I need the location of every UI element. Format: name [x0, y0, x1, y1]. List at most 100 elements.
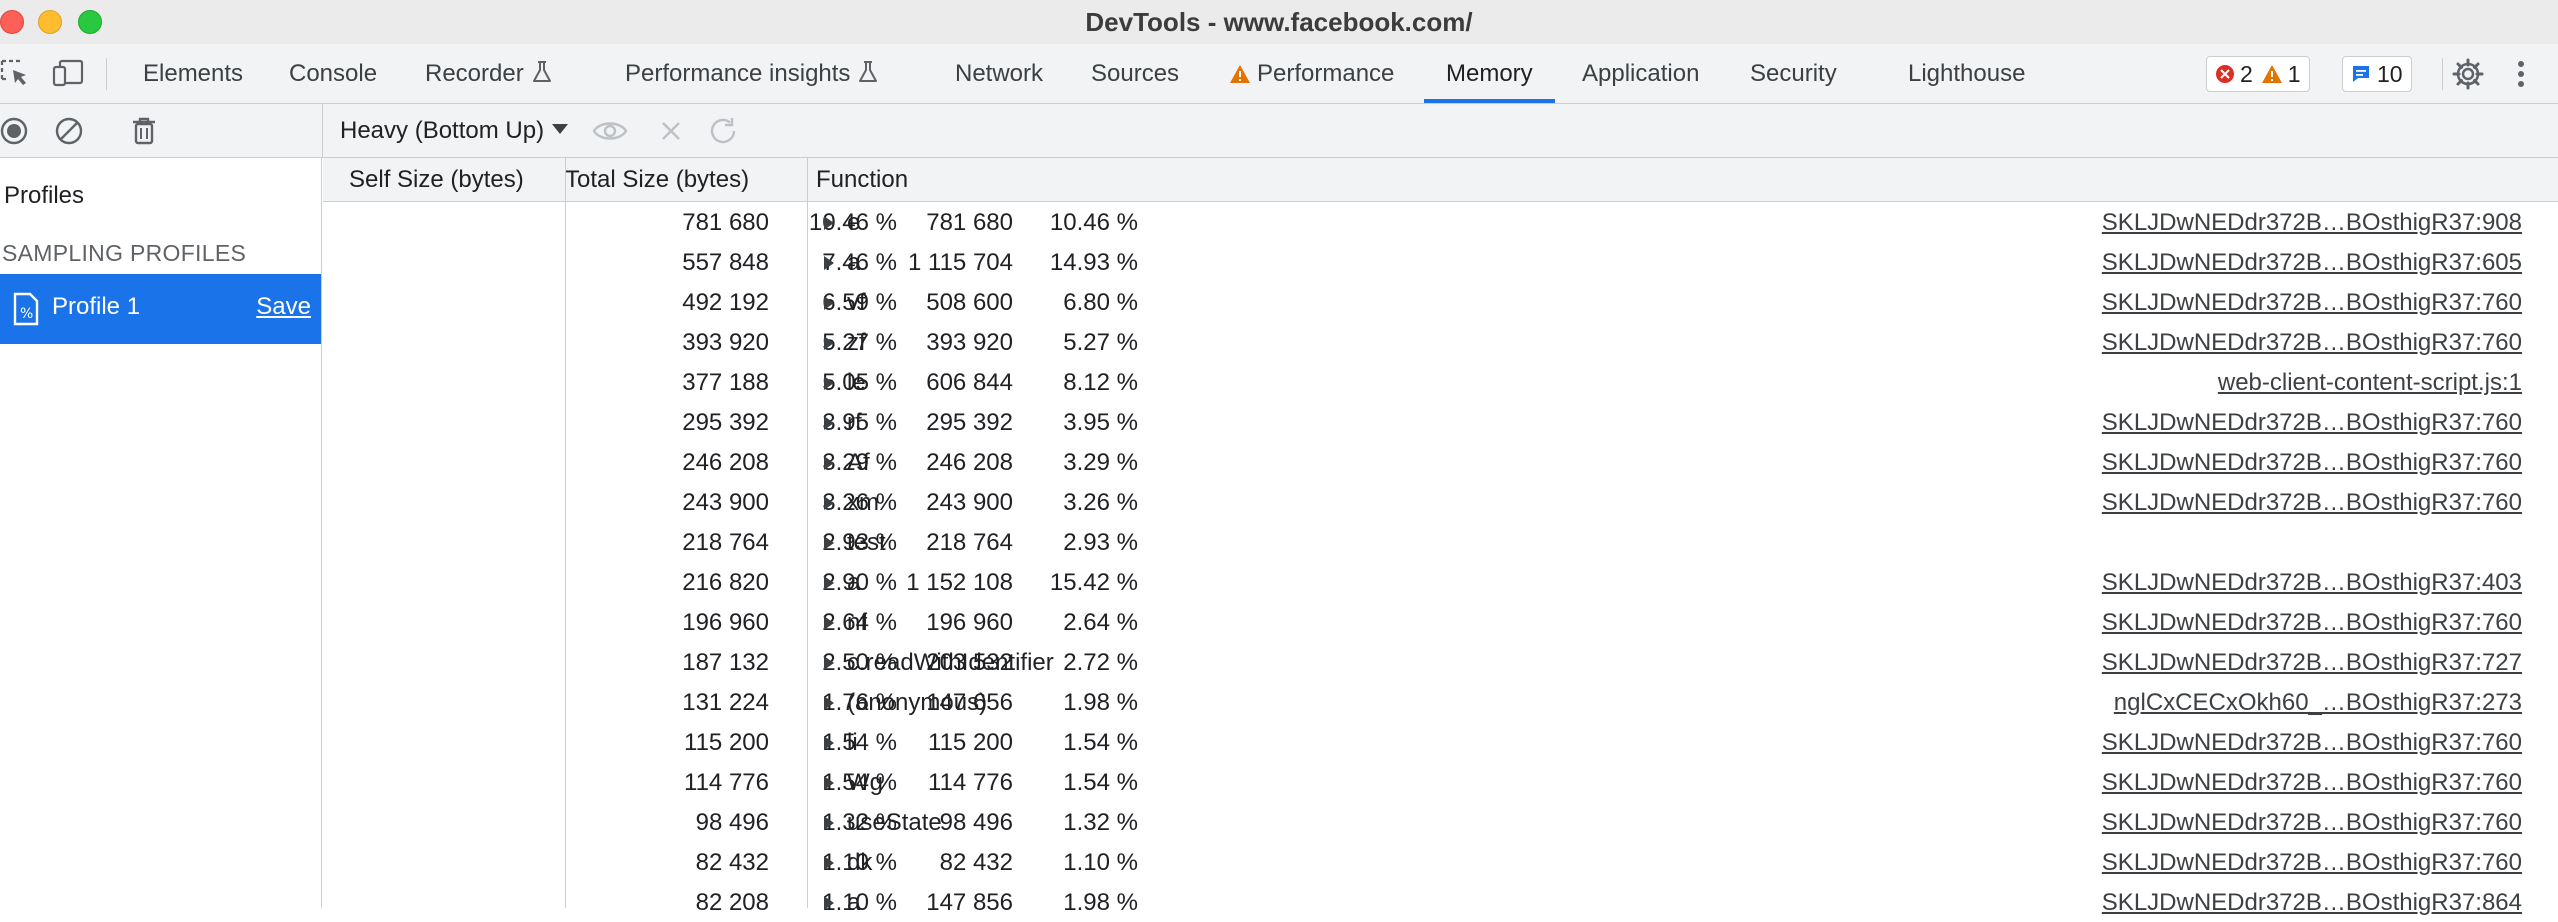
error-icon [2216, 65, 2234, 83]
tab-network[interactable]: Network [955, 44, 1043, 103]
expand-triangle-icon[interactable] [824, 496, 834, 510]
expand-triangle-icon[interactable] [824, 416, 834, 430]
expand-triangle-icon[interactable] [824, 696, 834, 710]
source-link[interactable]: SKLJDwNEDdr372B…BOsthigR37:760 [2102, 609, 2522, 637]
expand-triangle-icon[interactable] [824, 656, 834, 670]
table-row[interactable]: 492 192 6.59 % 508 600 6.80 % vf SKLJDwNEDdr3… [323, 282, 2558, 322]
tab-security[interactable]: Security [1750, 44, 1837, 103]
clear-icon[interactable] [54, 116, 84, 151]
expand-triangle-icon[interactable] [824, 616, 834, 630]
profiles-sidebar: Profiles SAMPLING PROFILES % Profile 1 S… [0, 158, 322, 908]
total-size-cell: 508 600 [926, 289, 1013, 316]
expand-triangle-icon[interactable] [824, 336, 834, 350]
source-link[interactable]: SKLJDwNEDdr372B…BOsthigR37:908 [2102, 209, 2522, 237]
source-link[interactable]: SKLJDwNEDdr372B…BOsthigR37:403 [2102, 569, 2522, 597]
tab-lighthouse[interactable]: Lighthouse [1908, 44, 2025, 103]
table-row[interactable]: 196 960 2.64 % 196 960 2.64 % nf SKLJDwNEDdr3… [323, 602, 2558, 642]
expand-triangle-icon[interactable] [824, 576, 834, 590]
table-row[interactable]: 393 920 5.27 % 393 920 5.27 % zf SKLJDwNEDdr3… [323, 322, 2558, 362]
table-row[interactable]: 243 900 3.26 % 243 900 3.26 % xm SKLJDwNEDdr3… [323, 482, 2558, 522]
expand-triangle-icon[interactable] [824, 256, 834, 270]
source-link[interactable]: SKLJDwNEDdr372B…BOsthigR37:760 [2102, 489, 2522, 517]
function-name-cell: nf [847, 609, 868, 636]
tab-application[interactable]: Application [1582, 44, 1699, 103]
profile-file-icon: % [12, 292, 40, 331]
source-link[interactable]: SKLJDwNEDdr372B…BOsthigR37:760 [2102, 729, 2522, 757]
table-row[interactable]: 115 200 1.54 % 115 200 1.54 % li SKLJDwNEDdr3… [323, 722, 2558, 762]
eye-icon[interactable] [592, 116, 628, 151]
profile-name: Profile 1 [52, 293, 141, 320]
tab-console[interactable]: Console [289, 44, 377, 103]
save-profile-link[interactable]: Save [256, 293, 311, 321]
table-row[interactable]: 557 848 7.46 % 1 115 704 14.93 % a SKLJDwNEDd… [323, 242, 2558, 282]
reload-icon[interactable] [708, 116, 740, 151]
tab-label: Performance insights [625, 60, 851, 87]
source-link[interactable]: SKLJDwNEDdr372B…BOsthigR37:760 [2102, 449, 2522, 477]
inspect-element-icon[interactable] [0, 58, 30, 93]
table-row[interactable]: 187 132 2.50 % 203 532 2.72 % c.readWithIden… [323, 642, 2558, 682]
record-icon[interactable] [0, 116, 30, 151]
source-link[interactable]: web-client-content-script.js:1 [2218, 369, 2522, 397]
column-header-function[interactable]: Function [816, 166, 908, 194]
table-row[interactable]: 82 432 1.10 % 82 432 1.10 % dk SKLJDwNEDdr372… [323, 842, 2558, 882]
issue-counters[interactable]: 2 1 [2206, 56, 2310, 92]
column-header-total-size[interactable]: Total Size (bytes) [565, 166, 749, 194]
source-link[interactable]: SKLJDwNEDdr372B…BOsthigR37:760 [2102, 849, 2522, 877]
source-link[interactable]: SKLJDwNEDdr372B…BOsthigR37:605 [2102, 249, 2522, 277]
window-maximize-button[interactable] [78, 10, 102, 34]
table-row[interactable]: 218 764 2.93 % 218 764 2.93 % test [323, 522, 2558, 562]
table-row[interactable]: 98 496 1.32 % 98 496 1.32 % useState SKLJDwNE… [323, 802, 2558, 842]
grid-header: Self Size (bytes) Total Size (bytes) Fun… [323, 158, 2558, 202]
source-link[interactable]: SKLJDwNEDdr372B…BOsthigR37:864 [2102, 889, 2522, 917]
window-minimize-button[interactable] [38, 10, 62, 34]
gear-icon[interactable] [2452, 58, 2484, 95]
expand-triangle-icon[interactable] [824, 536, 834, 550]
expand-triangle-icon[interactable] [824, 856, 834, 870]
self-size-cell: 98 496 [695, 809, 769, 836]
source-link[interactable]: SKLJDwNEDdr372B…BOsthigR37:760 [2102, 289, 2522, 317]
source-link[interactable]: SKLJDwNEDdr372B…BOsthigR37:760 [2102, 329, 2522, 357]
table-row[interactable]: 131 224 1.76 % 147 656 1.98 % (anonymous) ngl… [323, 682, 2558, 722]
table-row[interactable]: 216 820 2.90 % 1 152 108 15.42 % a SKLJDwNEDd… [323, 562, 2558, 602]
expand-triangle-icon[interactable] [824, 456, 834, 470]
view-mode-select[interactable]: Heavy (Bottom Up) [340, 104, 569, 158]
expand-triangle-icon[interactable] [824, 736, 834, 750]
tab-memory[interactable]: Memory [1424, 44, 1555, 103]
function-name-cell: le [847, 369, 866, 396]
trash-icon[interactable] [130, 116, 158, 151]
message-counter[interactable]: 10 [2342, 56, 2412, 92]
total-size-cell: 606 844 [926, 369, 1013, 396]
total-percent-cell: 5.27 % [1063, 329, 1138, 356]
table-row[interactable]: 377 188 5.05 % 606 844 8.12 % le web-client-c… [323, 362, 2558, 402]
expand-triangle-icon[interactable] [824, 376, 834, 390]
source-link[interactable]: nglCxCECxOkh60_…BOsthigR37:273 [2114, 689, 2522, 717]
expand-triangle-icon[interactable] [824, 816, 834, 830]
column-header-self-size[interactable]: Self Size (bytes) [349, 166, 524, 194]
close-icon[interactable] [656, 116, 686, 151]
table-row[interactable]: 82 208 1.10 % 147 856 1.98 % a SKLJDwNEDdr372… [323, 882, 2558, 922]
profile-list-item[interactable]: % Profile 1 Save [0, 274, 321, 344]
table-row[interactable]: 781 680 10.46 % 781 680 10.46 % e SKLJDwNEDdr… [323, 202, 2558, 242]
source-link[interactable]: SKLJDwNEDdr372B…BOsthigR37:760 [2102, 769, 2522, 797]
source-link[interactable]: SKLJDwNEDdr372B…BOsthigR37:760 [2102, 809, 2522, 837]
self-size-cell: 492 192 [682, 289, 769, 316]
expand-triangle-icon[interactable] [824, 296, 834, 310]
self-size-cell: 557 848 [682, 249, 769, 276]
window-close-button[interactable] [0, 10, 24, 34]
expand-triangle-icon[interactable] [824, 216, 834, 230]
tab-performance-insights[interactable]: Performance insights [625, 44, 878, 103]
tab-recorder[interactable]: Recorder [425, 44, 552, 103]
tab-sources[interactable]: Sources [1091, 44, 1179, 103]
table-row[interactable]: 246 208 3.29 % 246 208 3.29 % Af SKLJDwNEDdr3… [323, 442, 2558, 482]
expand-triangle-icon[interactable] [824, 776, 834, 790]
tab-performance[interactable]: Performance [1229, 44, 1394, 103]
table-row[interactable]: 114 776 1.54 % 114 776 1.54 % Wg SKLJDwNEDdr3… [323, 762, 2558, 802]
source-link[interactable]: SKLJDwNEDdr372B…BOsthigR37:760 [2102, 409, 2522, 437]
total-percent-cell: 6.80 % [1063, 289, 1138, 316]
tab-elements[interactable]: Elements [143, 44, 243, 103]
table-row[interactable]: 295 392 3.95 % 295 392 3.95 % rf SKLJDwNEDdr3… [323, 402, 2558, 442]
warning-count: 1 [2261, 61, 2301, 88]
source-link[interactable]: SKLJDwNEDdr372B…BOsthigR37:727 [2102, 649, 2522, 677]
more-options-icon[interactable] [2514, 60, 2528, 93]
device-toolbar-icon[interactable] [52, 58, 86, 93]
